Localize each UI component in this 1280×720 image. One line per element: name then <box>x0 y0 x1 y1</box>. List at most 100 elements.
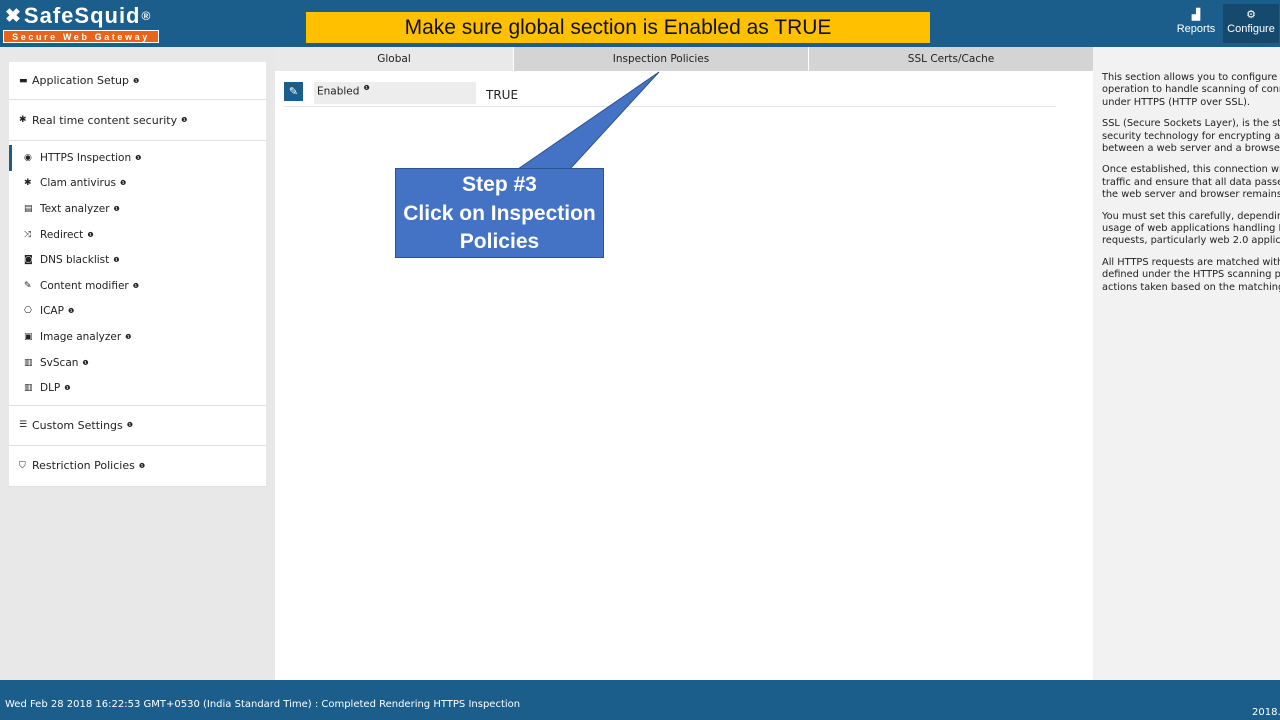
shuffle-icon: ⤨ <box>24 229 32 240</box>
configure-button[interactable]: ⚙ Configure <box>1223 4 1279 43</box>
help-line: security technology for encrypting a c <box>1102 130 1280 142</box>
enabled-value: TRUE <box>486 88 519 102</box>
info-icon: ❶ <box>126 421 134 430</box>
help-line: between a web server and a browser. <box>1102 143 1280 155</box>
sidebar-item-realtime-security[interactable]: ✱ Real time content security ❶ <box>9 100 266 141</box>
file-text-icon: ▤ <box>24 203 33 214</box>
info-icon: ❶ <box>67 307 75 316</box>
top-header: ✖ SafeSquid ® Secure Web Gateway Make sur… <box>0 0 1280 47</box>
info-icon: ❶ <box>82 358 89 367</box>
info-icon: ❶ <box>363 84 370 92</box>
sidebar-item-dlp[interactable]: ▥ DLP ❶ <box>9 375 266 401</box>
edit-icon: ✎ <box>288 85 299 98</box>
status-bar: Wed Feb 28 2018 16:22:53 GMT+0530 (India… <box>0 680 1280 720</box>
barcode-icon: ▥ <box>24 357 33 368</box>
help-line: operation to handle scanning of conne <box>1102 84 1280 96</box>
reports-label: Reports <box>1176 23 1216 35</box>
info-icon: ❶ <box>119 179 127 188</box>
info-icon: ❶ <box>113 256 120 265</box>
shield-icon: ⛉ <box>19 460 26 471</box>
sidebar-item-restriction-policies[interactable]: ⛉ Restriction Policies ❶ <box>9 445 266 487</box>
logo-text: SafeSquid <box>23 3 141 28</box>
help-paragraph: Once established, this connection will t… <box>1102 164 1280 201</box>
sidebar-item-svscan[interactable]: ▥ SvScan ❶ <box>9 350 266 376</box>
logo-tagline: Secure Web Gateway <box>3 30 159 43</box>
sidebar-item-label: Image analyzer <box>40 330 122 343</box>
sidebar-item-dns-blacklist[interactable]: ◙ DNS blacklist ❶ <box>9 247 266 273</box>
barcode-icon: ▥ <box>24 383 33 394</box>
info-icon: ❶ <box>135 153 142 162</box>
callout-step: Step #3 <box>462 173 537 196</box>
info-icon: ❶ <box>138 461 146 470</box>
enabled-label: Enabled ❶ <box>314 82 476 104</box>
sidebar-item-custom-settings[interactable]: ☰ Custom Settings ❶ <box>9 405 266 446</box>
configure-label: Configure <box>1227 23 1275 35</box>
sidebar-item-content-modifier[interactable]: ✎ Content modifier ❶ <box>9 273 266 299</box>
sidebar-item-label: SvScan <box>40 356 79 369</box>
help-line: Once established, this connection will <box>1102 164 1280 176</box>
tab-inspection-policies[interactable]: Inspection Policies <box>514 47 809 71</box>
sidebar-item-icap[interactable]: ⎔ ICAP ❶ <box>9 299 266 325</box>
sidebar-item-label: Redirect <box>40 228 84 241</box>
dns-icon: ◙ <box>24 255 33 266</box>
sidebar-item-redirect[interactable]: ⤨ Redirect ❶ <box>9 222 266 248</box>
help-paragraph: You must set this carefully, depending u… <box>1102 211 1280 248</box>
sidebar-item-label: Restriction Policies <box>32 459 135 473</box>
image-icon: ▣ <box>24 331 33 342</box>
logo-registered: ® <box>141 9 152 23</box>
help-panel: This section allows you to configure th … <box>1093 47 1280 680</box>
sidebar-item-text-analyzer[interactable]: ▤ Text analyzer ❶ <box>9 196 266 222</box>
help-line: This section allows you to configure th <box>1102 72 1280 83</box>
callout-line: Policies <box>459 230 540 253</box>
sidebar-item-label: Text analyzer <box>40 202 110 215</box>
sidebar-item-label: Real time content security <box>32 113 178 127</box>
step-callout: Step #3 Click on Inspection Policies <box>395 168 604 258</box>
sidebar-item-label: Clam antivirus <box>40 177 116 190</box>
help-line: SSL (Secure Sockets Layer), is the stan <box>1102 118 1280 130</box>
safesquid-logo[interactable]: ✖ SafeSquid ® Secure Web Gateway <box>3 3 159 44</box>
sidebar-item-label: DLP <box>40 382 61 395</box>
sidebar-item-label: Application Setup <box>32 74 129 87</box>
tab-bar: Global Inspection Policies SSL Certs/Cac… <box>275 47 1093 71</box>
help-line: You must set this carefully, depending <box>1102 210 1280 222</box>
info-icon: ❶ <box>113 204 120 213</box>
enabled-row: ✎ Enabled ❶ TRUE <box>284 82 1056 107</box>
info-icon: ❶ <box>87 230 94 239</box>
sidebar-item-label: ICAP <box>40 305 64 318</box>
tab-ssl-certs-cache[interactable]: SSL Certs/Cache <box>809 47 1093 71</box>
briefcase-icon: ▬ <box>19 75 28 86</box>
version-text: 2018.0 <box>1252 707 1280 718</box>
network-icon: ⎔ <box>24 306 32 317</box>
info-icon: ❶ <box>181 116 188 124</box>
callout-line: Click on Inspection <box>403 201 596 225</box>
reports-button[interactable]: ▟ Reports <box>1168 4 1224 43</box>
help-paragraph: All HTTPS requests are matched with t de… <box>1102 257 1280 294</box>
instruction-banner: Make sure global section is Enabled as T… <box>306 12 930 43</box>
sidebar-item-application-setup[interactable]: ▬ Application Setup ❶ <box>9 62 266 100</box>
sidebar-item-image-analyzer[interactable]: ▣ Image analyzer ❶ <box>9 324 266 350</box>
tab-global[interactable]: Global <box>275 47 514 71</box>
sidebar: ▬ Application Setup ❶ ✱ Real time content… <box>9 62 266 487</box>
main-panel: Global Inspection Policies SSL Certs/Cac… <box>275 47 1093 680</box>
info-icon: ❶ <box>132 76 140 85</box>
bug-icon: ✱ <box>19 115 27 125</box>
tools-icon: ✖ <box>5 5 22 27</box>
bug-icon: ✱ <box>24 178 32 189</box>
chart-icon: ▟ <box>1191 9 1201 21</box>
logo-name: ✖ SafeSquid ® <box>5 3 151 29</box>
edit-button[interactable]: ✎ <box>284 82 303 101</box>
eye-icon: ◉ <box>24 152 32 163</box>
info-icon: ❶ <box>64 384 71 393</box>
sidebar-item-clam-antivirus[interactable]: ✱ Clam antivirus ❶ <box>9 171 266 197</box>
sidebar-item-label: Content modifier <box>40 279 129 292</box>
edit-icon: ✎ <box>24 280 32 291</box>
info-icon: ❶ <box>125 332 132 341</box>
sidebar-item-label: HTTPS Inspection <box>40 151 132 164</box>
help-line: usage of web applications handling H <box>1102 223 1280 235</box>
info-icon: ❶ <box>132 281 140 290</box>
help-paragraph: This section allows you to configure th … <box>1102 72 1280 109</box>
sidebar-item-https-inspection[interactable]: ◉ HTTPS Inspection ❶ <box>9 145 266 171</box>
sidebar-item-label: DNS blacklist <box>40 254 110 267</box>
status-text: Wed Feb 28 2018 16:22:53 GMT+0530 (India… <box>5 699 521 710</box>
sidebar-item-label: Custom Settings <box>32 418 123 432</box>
